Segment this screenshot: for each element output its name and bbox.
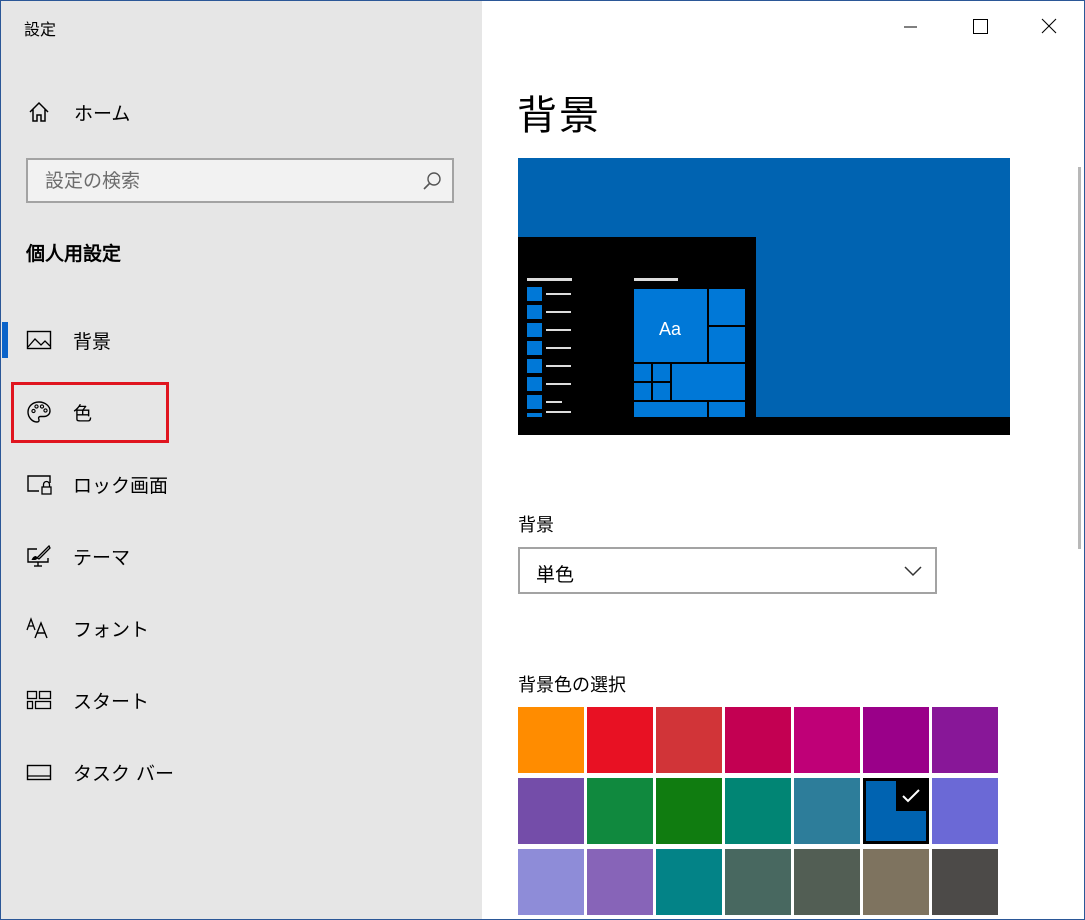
taskbar-icon (26, 764, 52, 781)
lock-screen-icon (27, 475, 52, 495)
close-icon[interactable] (1028, 9, 1068, 45)
color-swatch[interactable] (518, 707, 584, 773)
search-box (26, 158, 454, 203)
maximize-icon[interactable] (960, 9, 1000, 45)
color-swatch[interactable] (725, 778, 791, 844)
minimize-icon[interactable] (890, 9, 930, 45)
settings-window: 設定 ホーム 個人用設定 背景 (0, 0, 1085, 920)
sidebar-item-label: 背景 (73, 331, 112, 353)
sidebar-item-lock-screen[interactable]: ロック画面 (1, 459, 482, 509)
checkmark-icon (896, 781, 926, 811)
color-swatch[interactable] (656, 778, 722, 844)
desktop-preview: Aa (518, 158, 1010, 435)
page-title: 背景 (517, 93, 601, 139)
home-label: ホーム (74, 103, 131, 125)
scrollbar[interactable] (1078, 167, 1081, 549)
color-swatch[interactable] (932, 778, 998, 844)
preview-tile-text: Aa (659, 319, 682, 339)
picture-icon (26, 330, 52, 350)
sidebar-item-start[interactable]: スタート (1, 675, 482, 725)
sidebar-item-label: テーマ (73, 547, 131, 569)
sidebar-item-background[interactable]: 背景 (1, 315, 482, 365)
color-swatch[interactable] (656, 849, 722, 915)
color-swatch[interactable] (863, 707, 929, 773)
background-color-label: 背景色の選択 (518, 675, 626, 696)
color-swatch[interactable] (725, 707, 791, 773)
color-swatch[interactable] (794, 849, 860, 915)
dropdown-value: 単色 (536, 564, 575, 586)
font-icon (26, 617, 48, 639)
background-label: 背景 (518, 515, 554, 536)
color-swatch[interactable] (587, 849, 653, 915)
main-content: 背景 Aa 背景 単色 背景色の選択 (482, 1, 1084, 919)
home-nav-item[interactable]: ホーム (1, 91, 482, 133)
sidebar-item-label: スタート (73, 691, 150, 713)
sidebar-item-label: 色 (73, 403, 93, 425)
sidebar-item-taskbar[interactable]: タスク バー (1, 747, 482, 797)
sidebar-item-label: タスク バー (73, 763, 175, 785)
color-swatch[interactable] (863, 849, 929, 915)
color-swatch[interactable] (794, 778, 860, 844)
sidebar-item-fonts[interactable]: フォント (1, 603, 482, 653)
color-swatch-selected[interactable] (863, 778, 929, 844)
background-type-dropdown[interactable]: 単色 (518, 547, 937, 594)
color-swatch[interactable] (518, 778, 584, 844)
section-title: 個人用設定 (26, 243, 122, 265)
palette-icon (27, 401, 51, 423)
color-swatch[interactable] (518, 849, 584, 915)
color-swatch[interactable] (656, 707, 722, 773)
sidebar-item-theme[interactable]: テーマ (1, 531, 482, 581)
color-swatch[interactable] (587, 778, 653, 844)
search-icon[interactable] (422, 171, 442, 191)
color-swatch[interactable] (932, 707, 998, 773)
color-swatch[interactable] (932, 849, 998, 915)
sidebar: 設定 ホーム 個人用設定 背景 (1, 1, 482, 919)
chevron-down-icon (904, 566, 922, 577)
selection-indicator (2, 322, 8, 358)
color-swatch[interactable] (794, 707, 860, 773)
sidebar-item-label: ロック画面 (73, 475, 169, 497)
start-tiles-icon (26, 690, 52, 710)
home-icon (29, 101, 49, 122)
app-title: 設定 (24, 20, 57, 39)
color-swatch[interactable] (725, 849, 791, 915)
sidebar-item-label: フォント (73, 619, 150, 641)
search-input[interactable] (28, 160, 425, 201)
theme-brush-icon (27, 544, 51, 567)
color-swatch[interactable] (587, 707, 653, 773)
sidebar-item-color[interactable]: 色 (1, 387, 482, 437)
